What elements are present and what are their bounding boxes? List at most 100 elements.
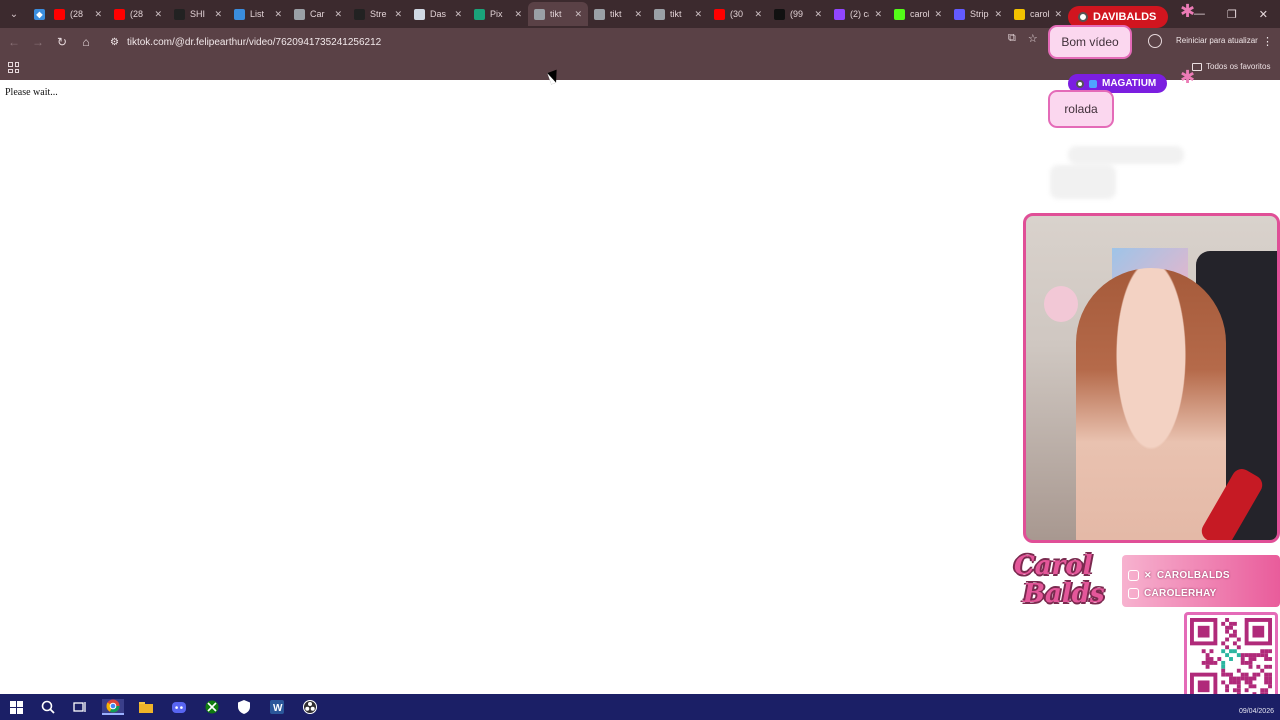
tab-15[interactable]: Stripe E ✕ <box>948 2 1008 26</box>
taskbar-date: 09/04/2026 <box>1238 708 1274 715</box>
tab-14[interactable]: carolba ✕ <box>888 2 948 26</box>
profile-avatar-icon[interactable] <box>1148 34 1162 48</box>
url-text[interactable]: tiktok.com/@dr.felipearthur/video/762094… <box>127 37 381 48</box>
globe-icon <box>654 8 665 20</box>
omnibox-actions: ⧉ ☆ <box>1008 32 1038 45</box>
anchor-icon <box>354 8 365 20</box>
arrow-right-icon: → <box>32 35 44 49</box>
globe-icon <box>534 8 545 20</box>
tab-6[interactable]: Das ✕ <box>408 2 468 26</box>
close-tab-icon[interactable]: ✕ <box>94 9 102 20</box>
tab-4[interactable]: Car ✕ <box>288 2 348 26</box>
tab-title: List <box>250 9 265 19</box>
tab-title: (30 <box>730 9 744 19</box>
minimize-icon[interactable]: — <box>1194 8 1205 20</box>
tab-13[interactable]: (2) carol ✕ <box>828 2 888 26</box>
close-tab-icon[interactable]: ✕ <box>514 9 522 20</box>
youtube-icon <box>54 8 65 20</box>
twitch-icon <box>834 8 845 20</box>
tab-pinned[interactable]: ◆ <box>28 2 48 26</box>
word-icon[interactable]: W <box>269 699 285 715</box>
user-badge-icon <box>1078 12 1088 22</box>
tab-title: carole <box>1030 9 1049 19</box>
tab-title: tikt <box>670 9 682 19</box>
forward-button[interactable]: → <box>26 30 50 54</box>
close-tab-icon[interactable]: ✕ <box>994 9 1002 20</box>
tab-0[interactable]: (28 ✕ <box>48 2 108 26</box>
tab-title: Pix <box>490 9 503 19</box>
tab-12[interactable]: (99 ✕ <box>768 2 828 26</box>
close-window-icon[interactable]: ✕ <box>1259 8 1268 21</box>
carol-balds-logo: Carol Balds <box>1014 551 1105 609</box>
tab-5[interactable]: Stre ✕ <box>348 2 408 26</box>
globe-icon <box>594 8 605 20</box>
translate-icon[interactable]: ⧉ <box>1008 32 1016 45</box>
menu-kebab-icon[interactable]: ⋮ <box>1262 35 1273 48</box>
apps-grid-icon[interactable] <box>8 62 19 73</box>
qr-code-pattern <box>1190 618 1272 700</box>
back-button[interactable]: ← <box>2 30 26 54</box>
close-tab-icon[interactable]: ✕ <box>154 9 162 20</box>
chrome-icon[interactable] <box>102 699 124 715</box>
restore-icon[interactable]: ❐ <box>1227 8 1237 21</box>
file-explorer-icon[interactable] <box>138 699 154 715</box>
close-tab-icon[interactable]: ✕ <box>634 9 642 20</box>
chat-badge-icon <box>1089 79 1097 88</box>
site-settings-icon[interactable]: ⚙ <box>110 37 119 48</box>
tab-7[interactable]: Pix ✕ <box>468 2 528 26</box>
all-bookmarks-button[interactable]: Todos os favoritos <box>1192 62 1270 71</box>
update-button[interactable]: Reiniciar para atualizar <box>1176 36 1258 45</box>
tab-9[interactable]: tikt ✕ <box>588 2 648 26</box>
tab-title: tikt <box>610 9 622 19</box>
tab-3[interactable]: List ✕ <box>228 2 288 26</box>
tab-title: (28 <box>130 9 144 19</box>
xbox-icon[interactable] <box>204 699 220 715</box>
search-icon[interactable] <box>40 699 56 715</box>
chat-message-bubble: Bom vídeo <box>1048 25 1132 59</box>
home-icon: ⌂ <box>82 35 90 49</box>
close-tab-icon[interactable]: ✕ <box>694 9 702 20</box>
tab-16[interactable]: carole ✕ <box>1008 2 1068 26</box>
sparkle-icon: ✱ <box>1180 67 1196 87</box>
close-tab-icon[interactable]: ✕ <box>754 9 762 20</box>
windows-taskbar: W 09/04/2026 <box>0 694 1280 720</box>
close-tab-icon[interactable]: ✕ <box>814 9 822 20</box>
tab-1[interactable]: (28 ✕ <box>108 2 168 26</box>
globe-icon <box>294 8 305 20</box>
obs-icon[interactable] <box>302 699 318 715</box>
close-tab-icon[interactable]: ✕ <box>874 9 882 20</box>
chat-message-text: Bom vídeo <box>1061 35 1119 49</box>
tab-title: (2) carol <box>850 9 869 19</box>
tab-10[interactable]: tikt ✕ <box>648 2 708 26</box>
tab-search-button[interactable]: ⌄ <box>0 0 28 28</box>
close-tab-icon[interactable]: ✕ <box>334 9 342 20</box>
tiktok-icon <box>774 8 785 20</box>
close-tab-icon[interactable]: ✕ <box>1054 9 1062 20</box>
close-tab-icon[interactable]: ✕ <box>574 9 582 20</box>
alert-username: DAVIBALDS <box>1093 11 1157 23</box>
youtube-icon <box>1128 588 1139 599</box>
discord-icon[interactable] <box>171 699 187 715</box>
tab-8[interactable]: tikt ✕ <box>528 2 588 26</box>
close-tab-icon[interactable]: ✕ <box>934 9 942 20</box>
home-button[interactable]: ⌂ <box>74 30 98 54</box>
close-tab-icon[interactable]: ✕ <box>274 9 282 20</box>
shield-icon[interactable] <box>236 699 252 715</box>
kick-icon <box>894 8 905 20</box>
close-tab-icon[interactable]: ✕ <box>394 9 402 20</box>
windows-start-icon[interactable] <box>8 699 24 715</box>
screen: ⌄ ◆ (28 ✕ (28 ✕ SHI ✕ List ✕ Car ✕ Stre ✕ Das ✕ Pix ✕ ti… <box>0 0 1280 720</box>
close-tab-icon[interactable]: ✕ <box>454 9 462 20</box>
bookmark-star-icon[interactable]: ☆ <box>1028 32 1038 45</box>
arrow-left-icon: ← <box>8 35 20 49</box>
sparkle-icon: ✱ <box>1180 1 1196 21</box>
close-tab-icon[interactable]: ✕ <box>214 9 222 20</box>
tab-11[interactable]: (30 ✕ <box>708 2 768 26</box>
tab-2[interactable]: SHI ✕ <box>168 2 228 26</box>
reload-button[interactable]: ↻ <box>50 30 74 54</box>
youtube-icon <box>714 8 725 20</box>
task-view-icon[interactable] <box>72 699 88 715</box>
social-handle: CAROLERHAY <box>1144 588 1217 599</box>
address-bar[interactable]: ⚙ tiktok.com/@dr.felipearthur/video/7620… <box>104 31 1044 53</box>
window-controls: — ❐ ✕ <box>1194 0 1280 28</box>
